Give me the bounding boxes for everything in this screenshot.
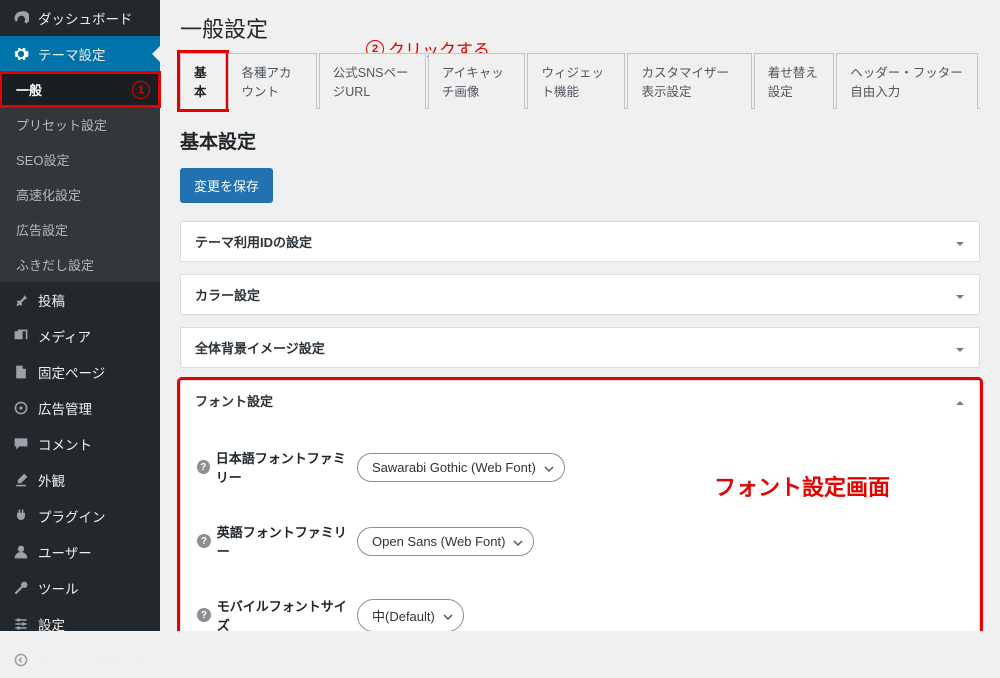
panel-font-header[interactable]: フォント設定 xyxy=(181,381,979,420)
sidebar-ad-manage[interactable]: 広告管理 xyxy=(0,390,160,426)
gear-icon xyxy=(12,45,30,63)
select-jp-font-family[interactable]: Sawarabi Gothic (Web Font) xyxy=(357,453,565,482)
tab-basic[interactable]: 基本 xyxy=(180,53,226,109)
row-en-font-family: ? 英語フォントファミリー Open Sans (Web Font) xyxy=(197,504,963,578)
sidebar-posts[interactable]: 投稿 xyxy=(0,282,160,318)
chevron-down-icon xyxy=(443,610,453,620)
panel-bg-image: 全体背景イメージ設定 xyxy=(180,327,980,368)
section-heading: 基本設定 xyxy=(180,127,980,154)
collapse-icon xyxy=(12,651,30,669)
sidebar-theme-settings[interactable]: テーマ設定 xyxy=(0,36,160,72)
panel-font-body: ? 日本語フォントファミリー Sawarabi Gothic (Web Font… xyxy=(181,420,979,631)
page-title: 一般設定 xyxy=(180,0,980,52)
wrench-icon xyxy=(12,579,30,597)
panel-theme-id-title: テーマ利用IDの設定 xyxy=(195,232,312,251)
panel-bg-image-title: 全体背景イメージ設定 xyxy=(195,338,325,357)
brush-icon xyxy=(12,471,30,489)
select-jp-font-family-value: Sawarabi Gothic (Web Font) xyxy=(372,460,536,475)
chevron-down-icon xyxy=(955,237,965,247)
sidebar-sub-ads[interactable]: 広告設定 xyxy=(0,212,160,247)
sidebar-sub-preset[interactable]: プリセット設定 xyxy=(0,107,160,142)
chevron-down-icon xyxy=(513,536,523,546)
sidebar-sub-seo[interactable]: SEO設定 xyxy=(0,142,160,177)
annotation-number-1: 1 xyxy=(132,81,150,99)
chevron-down-icon xyxy=(955,290,965,300)
plug-icon xyxy=(12,507,30,525)
panel-font: フォント設定 ? 日本語フォントファミリー Sawarabi Gothic (W… xyxy=(180,380,980,631)
pin-icon xyxy=(12,291,30,309)
annotation-font-panel-label: フォント設定画面 xyxy=(714,470,890,502)
row-mobile-font-size: ? モバイルフォントサイズ 中(Default) xyxy=(197,578,963,631)
sidebar-settings[interactable]: 設定 xyxy=(0,606,160,642)
help-icon[interactable]: ? xyxy=(197,534,211,548)
tab-header-footer[interactable]: ヘッダー・フッター自由入力 xyxy=(836,53,978,109)
sidebar-submenu: 一般 1 プリセット設定 SEO設定 高速化設定 広告設定 ふきだし設定 xyxy=(0,72,160,282)
tab-kisekae[interactable]: 着せ替え設定 xyxy=(754,53,835,109)
dashboard-icon xyxy=(12,9,30,27)
select-mobile-font-size[interactable]: 中(Default) xyxy=(357,599,464,632)
target-icon xyxy=(12,399,30,417)
panel-font-title: フォント設定 xyxy=(195,391,273,410)
chevron-down-icon xyxy=(955,343,965,353)
sidebar-sub-general-label: 一般 xyxy=(16,80,42,99)
settings-tabs: 基本 各種アカウント 公式SNSページURL アイキャッチ画像 ウィジェット機能… xyxy=(180,52,980,109)
user-icon xyxy=(12,543,30,561)
panel-bg-image-header[interactable]: 全体背景イメージ設定 xyxy=(181,328,979,367)
sidebar-appearance[interactable]: 外観 xyxy=(0,462,160,498)
chevron-up-icon xyxy=(955,396,965,406)
select-en-font-family[interactable]: Open Sans (Web Font) xyxy=(357,527,534,556)
sliders-icon xyxy=(12,615,30,633)
panel-color-title: カラー設定 xyxy=(195,285,260,304)
panel-color-header[interactable]: カラー設定 xyxy=(181,275,979,314)
chevron-down-icon xyxy=(544,462,554,472)
comment-icon xyxy=(12,435,30,453)
help-icon[interactable]: ? xyxy=(197,608,211,622)
sidebar-collapse[interactable]: メニューを閉じる xyxy=(0,642,160,678)
admin-sidebar: ダッシュボード テーマ設定 一般 1 プリセット設定 SEO設定 高速化設定 広… xyxy=(0,0,160,631)
sidebar-dashboard-label: ダッシュボード xyxy=(38,8,133,28)
tab-widget[interactable]: ウィジェット機能 xyxy=(527,53,625,109)
help-icon[interactable]: ? xyxy=(197,460,210,474)
label-en-font-family: ? 英語フォントファミリー xyxy=(197,522,357,560)
sidebar-pages[interactable]: 固定ページ xyxy=(0,354,160,390)
label-jp-font-family: ? 日本語フォントファミリー xyxy=(197,448,357,486)
sidebar-tools[interactable]: ツール xyxy=(0,570,160,606)
sidebar-sub-general[interactable]: 一般 1 xyxy=(0,72,160,107)
sidebar-media[interactable]: メディア xyxy=(0,318,160,354)
save-button[interactable]: 変更を保存 xyxy=(180,168,273,203)
panel-theme-id: テーマ利用IDの設定 xyxy=(180,221,980,262)
sidebar-plugins[interactable]: プラグイン xyxy=(0,498,160,534)
tab-eyecatch[interactable]: アイキャッチ画像 xyxy=(428,53,526,109)
sidebar-comments[interactable]: コメント xyxy=(0,426,160,462)
panel-color: カラー設定 xyxy=(180,274,980,315)
tab-customizer[interactable]: カスタマイザー表示設定 xyxy=(627,53,751,109)
label-mobile-font-size: ? モバイルフォントサイズ xyxy=(197,596,357,631)
tab-accounts[interactable]: 各種アカウント xyxy=(228,53,317,109)
tab-sns-url[interactable]: 公式SNSページURL xyxy=(319,53,426,109)
panel-theme-id-header[interactable]: テーマ利用IDの設定 xyxy=(181,222,979,261)
media-icon xyxy=(12,327,30,345)
sidebar-dashboard[interactable]: ダッシュボード xyxy=(0,0,160,36)
select-en-font-family-value: Open Sans (Web Font) xyxy=(372,534,505,549)
page-icon xyxy=(12,363,30,381)
sidebar-users[interactable]: ユーザー xyxy=(0,534,160,570)
select-mobile-font-size-value: 中(Default) xyxy=(372,606,435,625)
main-content: 一般設定 2 クリックする 基本 各種アカウント 公式SNSページURL アイキ… xyxy=(160,0,1000,631)
sidebar-sub-fukidashi[interactable]: ふきだし設定 xyxy=(0,247,160,282)
sidebar-sub-speed[interactable]: 高速化設定 xyxy=(0,177,160,212)
sidebar-theme-settings-label: テーマ設定 xyxy=(38,44,106,64)
